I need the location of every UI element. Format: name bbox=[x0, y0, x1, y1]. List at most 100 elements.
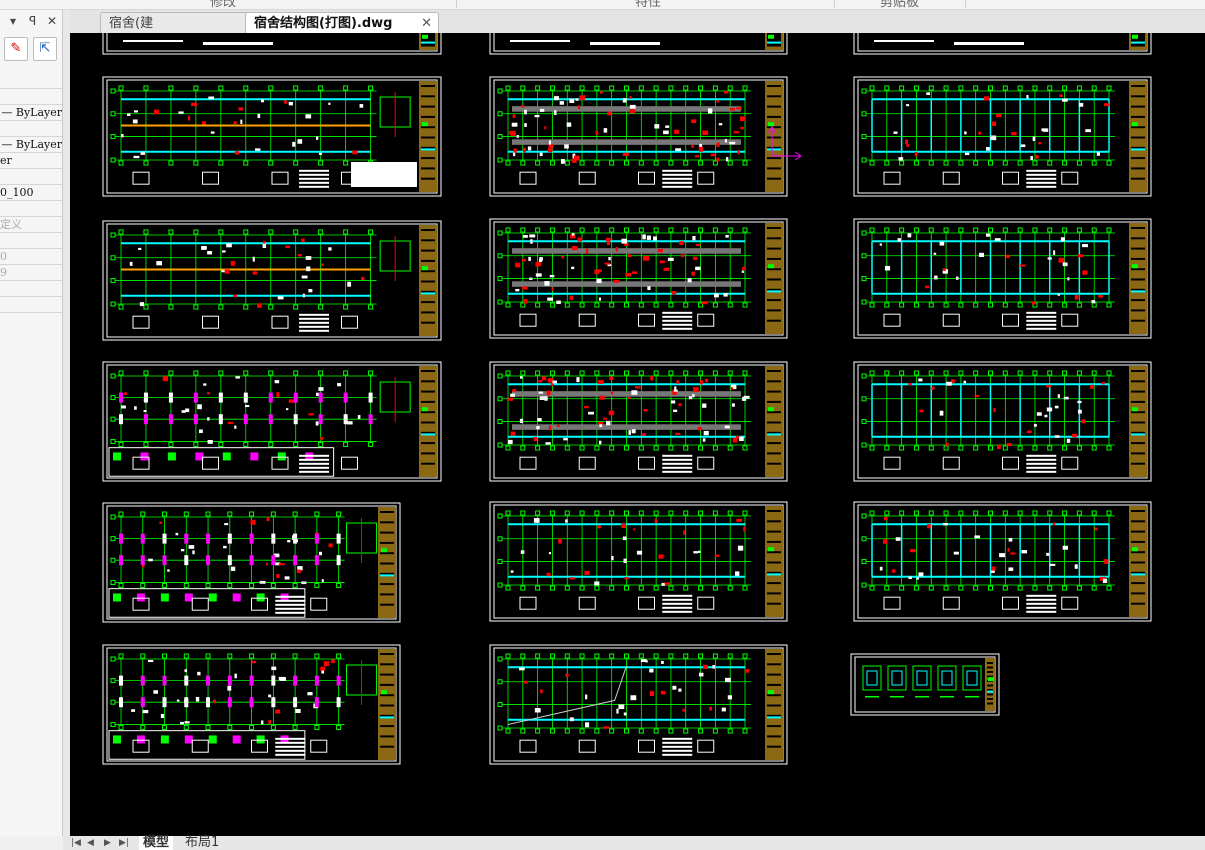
annotation-mark bbox=[208, 96, 215, 100]
annotation-mark bbox=[238, 107, 243, 111]
axis-bubble bbox=[742, 445, 748, 451]
detail-drawing bbox=[519, 739, 537, 753]
annotation-mark bbox=[1021, 550, 1028, 554]
next-layout-button[interactable]: ▶ bbox=[104, 836, 111, 850]
property-row[interactable] bbox=[0, 201, 62, 217]
note-text bbox=[299, 169, 330, 172]
axis-bubble bbox=[520, 653, 526, 659]
select-cursor-icon[interactable]: ⇱ bbox=[33, 37, 57, 61]
property-row[interactable] bbox=[0, 121, 62, 137]
property-row[interactable] bbox=[0, 169, 62, 185]
prev-layout-button[interactable]: ◀ bbox=[87, 836, 94, 850]
annotation-mark bbox=[234, 151, 240, 155]
annotation-mark bbox=[698, 550, 701, 554]
annotation-mark bbox=[893, 131, 898, 134]
tab-model[interactable]: 模型 bbox=[139, 836, 174, 850]
property-row[interactable]: — ByLayer bbox=[0, 137, 62, 153]
axis-bubble bbox=[110, 373, 116, 379]
column-mark bbox=[119, 533, 123, 544]
property-row[interactable] bbox=[0, 73, 62, 89]
axis-bubble bbox=[110, 88, 116, 94]
column-mark bbox=[227, 555, 232, 566]
first-layout-button[interactable]: |◀ bbox=[71, 836, 81, 850]
axis-bubble bbox=[497, 111, 503, 117]
axis-bubble bbox=[249, 724, 255, 730]
axis-bubble bbox=[579, 445, 585, 451]
property-row[interactable]: 0_100 bbox=[0, 185, 62, 201]
property-row[interactable]: 0 bbox=[0, 249, 62, 265]
axis-bubble bbox=[594, 585, 600, 591]
column-section bbox=[277, 452, 286, 461]
close-icon[interactable]: ✕ bbox=[421, 13, 432, 34]
property-row[interactable]: er bbox=[0, 153, 62, 169]
axis-bubble bbox=[143, 441, 149, 447]
panel-close-icon[interactable]: ✕ bbox=[47, 14, 57, 28]
axis-bubble bbox=[1017, 227, 1023, 233]
tab-dorm-structure[interactable]: 宿舍结构图(打图).dwg ✕ bbox=[245, 12, 439, 34]
annotation-mark bbox=[536, 426, 540, 430]
axis-bubble bbox=[638, 227, 644, 233]
annotation-mark bbox=[519, 667, 525, 671]
ribbon-panel-clipboard[interactable]: 剪贴板 bbox=[880, 0, 919, 9]
annotation-mark bbox=[1046, 552, 1050, 556]
column-section bbox=[208, 593, 217, 602]
annotation-mark bbox=[974, 394, 980, 398]
axis-bubble bbox=[988, 585, 993, 591]
axis-bubble bbox=[549, 302, 555, 308]
annotation-mark bbox=[255, 148, 261, 151]
annotation-mark bbox=[141, 564, 145, 568]
column-section bbox=[208, 735, 217, 744]
drawing-canvas[interactable] bbox=[70, 33, 1205, 836]
drawing-sheet-partial bbox=[102, 33, 442, 55]
property-row[interactable]: — ByLayer bbox=[0, 105, 62, 121]
property-row[interactable] bbox=[0, 233, 62, 249]
annotation-mark bbox=[647, 286, 651, 291]
axis-bubble bbox=[505, 85, 511, 91]
axis-bubble bbox=[1002, 160, 1008, 166]
annotation-mark bbox=[307, 692, 313, 696]
title-block-line bbox=[767, 400, 781, 403]
model-space[interactable] bbox=[70, 33, 1205, 836]
tab-dorm-architecture[interactable]: 宿舍(建筑)-0219_t6.dwg bbox=[100, 12, 268, 52]
property-row[interactable] bbox=[0, 297, 62, 313]
property-row[interactable]: 9 bbox=[0, 265, 62, 281]
annotation-mark bbox=[588, 411, 594, 415]
axis-bubble bbox=[638, 445, 644, 451]
axis-bubble bbox=[624, 302, 629, 308]
tab-layout1[interactable]: 布局1 bbox=[181, 836, 223, 850]
annotation-mark bbox=[654, 124, 660, 129]
ribbon-panel-properties[interactable]: 特性 bbox=[635, 0, 661, 9]
axis-bubble bbox=[143, 370, 149, 376]
axis-bubble bbox=[727, 302, 733, 308]
property-row[interactable] bbox=[0, 281, 62, 297]
annotation-mark bbox=[523, 299, 528, 304]
annotation-mark bbox=[611, 556, 614, 561]
annotation-mark bbox=[316, 136, 319, 140]
erase-pencil-icon[interactable]: ✎ bbox=[4, 37, 28, 61]
axis-bubble bbox=[293, 370, 299, 376]
panel-menu-icon[interactable]: ▾ bbox=[10, 14, 16, 28]
column-mark bbox=[218, 414, 223, 425]
annotation-mark bbox=[1057, 293, 1060, 296]
pin-icon[interactable]: ꟼ bbox=[29, 14, 36, 28]
axis-bubble bbox=[594, 510, 600, 516]
ribbon-panel-modify[interactable]: 修改 bbox=[210, 0, 236, 9]
detail-drawing bbox=[883, 171, 901, 185]
column-mark bbox=[314, 697, 319, 708]
last-layout-button[interactable]: ▶| bbox=[119, 836, 129, 850]
detail-drawing bbox=[202, 456, 219, 470]
annotation-mark bbox=[942, 523, 948, 526]
annotation-mark bbox=[527, 146, 532, 151]
axis-bubble bbox=[913, 370, 919, 376]
property-row[interactable]: 定义 bbox=[0, 217, 62, 233]
annotation-mark bbox=[658, 554, 664, 559]
annotation-mark bbox=[516, 135, 520, 138]
column-mark bbox=[318, 392, 323, 403]
axis-bubble bbox=[869, 510, 875, 516]
annotation-mark bbox=[559, 101, 564, 105]
column-mark bbox=[140, 697, 145, 708]
annotation-mark bbox=[739, 436, 744, 442]
panel-splitter[interactable] bbox=[63, 10, 70, 836]
note-text bbox=[1026, 177, 1057, 180]
property-row[interactable] bbox=[0, 89, 62, 105]
